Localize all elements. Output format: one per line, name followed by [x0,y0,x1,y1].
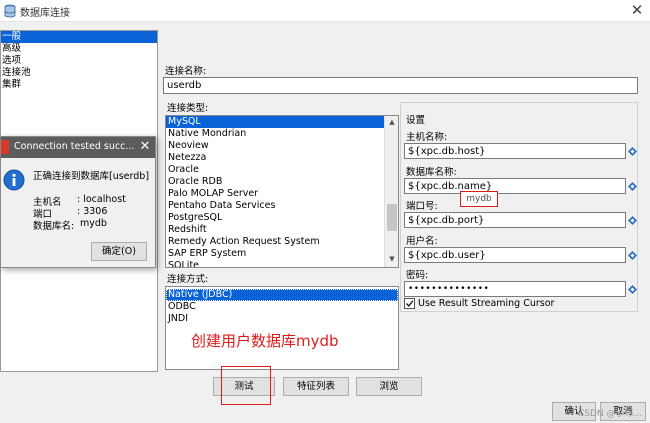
sidebar-item-advanced[interactable]: 高级 [1,43,157,55]
variable-diamond-icon[interactable] [628,182,637,191]
dialog-host-value: : localhost [77,194,126,205]
dialog-db-label: 数据库名: [33,221,75,232]
list-item[interactable]: Pentaho Data Services [166,200,398,212]
host-label: 主机名称: [406,132,448,143]
database-icon [4,4,16,18]
streaming-checkbox[interactable] [404,298,415,309]
sidebar-item-options[interactable]: 选项 [1,55,157,67]
connection-type-list[interactable]: MySQL Native Mondrian Neoview Netezza Or… [165,115,399,268]
highlight-box [221,366,271,405]
list-item[interactable]: Oracle [166,164,398,176]
dialog-message: 正确连接到数据库[userdb] [33,171,150,182]
list-item[interactable]: JNDI [166,313,398,325]
annotation-text: 创建用户数据库mydb [191,332,339,350]
host-field[interactable]: ${xpc.db.host} [404,143,626,159]
connection-name-label: 连接名称: [165,66,207,77]
variable-diamond-icon[interactable] [628,147,637,156]
scroll-up-icon[interactable]: ▲ [385,116,399,129]
list-item[interactable]: PostgreSQL [166,212,398,224]
list-item[interactable]: Netezza [166,152,398,164]
sidebar-item-cluster[interactable]: 集群 [1,79,157,91]
app-icon [1,140,9,154]
port-field[interactable]: ${xpc.db.port} [404,212,626,228]
variable-diamond-icon[interactable] [628,216,637,225]
password-field[interactable]: •••••••••••••• [404,281,626,297]
connection-name-input[interactable]: userdb [163,77,638,94]
settings-title: 设置 [406,115,426,126]
tooltip: mydb [460,191,498,207]
sidebar-item-pooling[interactable]: 连接池 [1,67,157,79]
variable-diamond-icon[interactable] [628,251,637,260]
connection-type-label: 连接类型: [167,103,209,114]
scroll-thumb[interactable] [387,204,397,231]
watermark: CSDN @小布... [578,409,643,419]
checkmark-icon [405,300,414,308]
list-item[interactable]: Redshift [166,224,398,236]
dialog-db-value: mydb [80,218,107,229]
scrollbar[interactable]: ▲ ▼ [384,116,398,267]
sidebar-item-general[interactable]: 一般 [1,31,157,43]
dialog-port-value: : 3306 [77,206,108,217]
list-item[interactable]: SQLite [166,260,398,267]
list-item[interactable]: Native Mondrian [166,128,398,140]
port-label: 端口号: [406,201,438,212]
window-title: 数据库连接 [20,8,70,19]
dialog-title-bar: Connection tested succ... ✕ [1,137,155,158]
dbname-field[interactable]: ${xpc.db.name} [404,178,626,194]
dialog-title: Connection tested succ... [14,141,135,152]
dialog-ok-button[interactable]: 确定(O) [91,242,147,261]
list-item[interactable]: MySQL [166,116,384,128]
features-button[interactable]: 特征列表 [283,377,349,396]
title-bar: 数据库连接 ✕ [0,0,650,22]
connection-success-dialog: Connection tested succ... ✕ 正确连接到数据库[use… [0,136,156,268]
streaming-label: Use Result Streaming Cursor [418,298,555,309]
list-item[interactable]: Native (JDBC) [166,289,398,301]
variable-diamond-icon[interactable] [628,285,637,294]
list-item[interactable]: SAP ERP System [166,248,398,260]
info-icon [3,169,25,191]
close-icon[interactable]: ✕ [138,139,152,155]
scroll-down-icon[interactable]: ▼ [385,253,399,266]
user-label: 用户名: [406,236,438,247]
list-item[interactable]: Oracle RDB [166,176,398,188]
browse-button[interactable]: 浏览 [356,377,422,396]
dbname-label: 数据库名称: [406,167,457,178]
access-method-list[interactable]: Native (JDBC) ODBC JNDI [165,286,399,370]
access-method-label: 连接方式: [167,274,209,285]
list-item[interactable]: Neoview [166,140,398,152]
list-item[interactable]: Remedy Action Request System [166,236,398,248]
user-field[interactable]: ${xpc.db.user} [404,247,626,263]
password-label: 密码: [406,270,429,281]
close-icon[interactable]: ✕ [628,1,646,19]
list-item[interactable]: Palo MOLAP Server [166,188,398,200]
list-item[interactable]: ODBC [166,301,398,313]
